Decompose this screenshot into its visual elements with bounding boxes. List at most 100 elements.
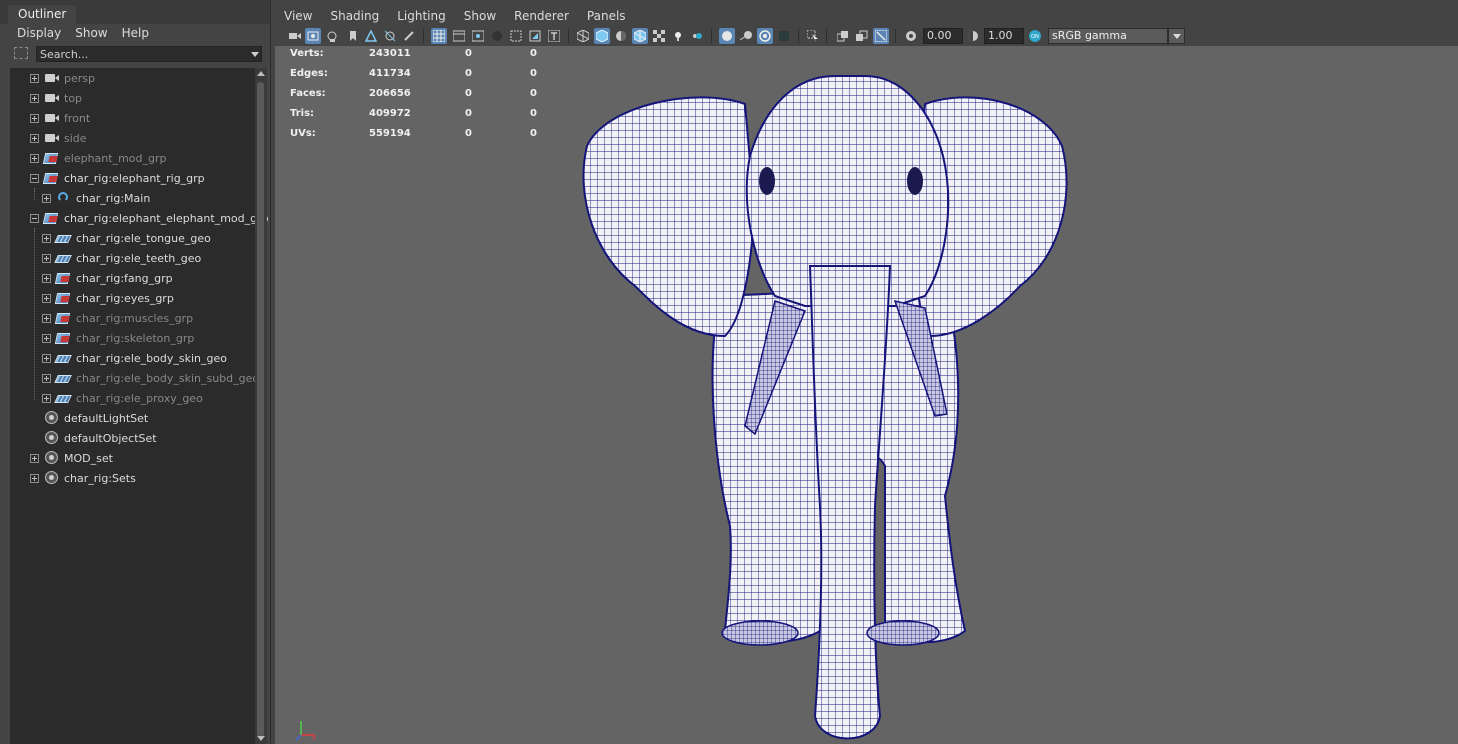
menu-renderer[interactable]: Renderer <box>505 6 578 26</box>
expand-icon[interactable] <box>42 273 51 283</box>
search-options-arrow-icon[interactable] <box>251 52 259 57</box>
wireframe-icon[interactable] <box>575 28 591 44</box>
collapse-icon[interactable] <box>30 213 39 223</box>
group-icon <box>56 271 72 285</box>
bookmarks-icon[interactable] <box>324 28 340 44</box>
exposure-field[interactable]: 0.00 <box>923 28 963 44</box>
tree-item[interactable]: char_rig:ele_proxy_geo <box>42 388 203 408</box>
film-gate-icon[interactable] <box>451 28 467 44</box>
search-input[interactable] <box>36 46 262 62</box>
menu-help[interactable]: Help <box>122 26 149 40</box>
gate-mask-icon[interactable] <box>489 28 505 44</box>
default-material-icon[interactable] <box>613 28 629 44</box>
menu-view[interactable]: View <box>275 6 321 26</box>
xray-joints-icon[interactable] <box>835 28 851 44</box>
collapse-icon[interactable] <box>30 173 39 183</box>
expand-icon[interactable] <box>42 373 51 383</box>
bookmark-icon[interactable] <box>345 28 361 44</box>
lighting-icon[interactable] <box>670 28 686 44</box>
tree-item[interactable]: char_rig:ele_body_skin_geo <box>42 348 227 368</box>
filter-icon[interactable] <box>14 47 28 59</box>
smooth-shade-icon[interactable] <box>594 28 610 44</box>
hud-total: 206656 <box>369 88 411 99</box>
resolution-gate-icon[interactable] <box>470 28 486 44</box>
tree-item[interactable]: defaultObjectSet <box>30 428 157 448</box>
field-chart-icon[interactable] <box>508 28 524 44</box>
expand-icon[interactable] <box>42 253 51 263</box>
safe-title-icon[interactable] <box>546 28 562 44</box>
menu-display[interactable]: Display <box>17 26 61 40</box>
gamma-icon[interactable] <box>965 28 981 44</box>
depth-of-field-icon[interactable] <box>776 28 792 44</box>
wireframe-on-shaded-icon[interactable] <box>632 28 648 44</box>
scroll-up-arrow-icon[interactable] <box>257 71 265 76</box>
shadows-icon[interactable] <box>689 28 705 44</box>
tree-item[interactable]: char_rig:elephant_elephant_mod_grp <box>30 208 269 228</box>
tree-item[interactable]: char_rig:Sets <box>30 468 136 488</box>
expand-icon[interactable] <box>30 473 39 483</box>
outliner-tab[interactable]: Outliner <box>8 5 77 24</box>
viewport-canvas[interactable] <box>275 46 1458 744</box>
expand-icon[interactable] <box>30 453 39 463</box>
expand-icon[interactable] <box>42 293 51 303</box>
select-camera-icon[interactable] <box>287 28 303 44</box>
tree-item[interactable]: side <box>30 128 87 148</box>
menu-lighting[interactable]: Lighting <box>388 6 455 26</box>
tree-item[interactable]: char_rig:ele_body_skin_subd_geo <box>42 368 259 388</box>
2d-pan-zoom-icon[interactable] <box>382 28 398 44</box>
anti-aliasing-icon[interactable] <box>757 28 773 44</box>
expand-icon[interactable] <box>30 73 39 83</box>
screen-space-ao-icon[interactable] <box>719 28 735 44</box>
menu-panels[interactable]: Panels <box>578 6 635 26</box>
motion-blur-icon[interactable] <box>738 28 754 44</box>
color-management-icon[interactable]: ON <box>1027 28 1043 44</box>
expand-icon[interactable] <box>30 133 39 143</box>
tree-item[interactable]: char_rig:ele_teeth_geo <box>42 248 201 268</box>
xray-active-icon[interactable] <box>854 28 870 44</box>
tree-item[interactable]: front <box>30 108 90 128</box>
tree-item[interactable]: persp <box>30 68 95 88</box>
safe-action-icon[interactable] <box>527 28 543 44</box>
expand-icon[interactable] <box>30 93 39 103</box>
xray-icon[interactable] <box>651 28 667 44</box>
expand-icon[interactable] <box>42 193 51 203</box>
image-plane-icon[interactable] <box>363 28 379 44</box>
tree-item[interactable]: char_rig:skeleton_grp <box>42 328 194 348</box>
tree-item-label: char_rig:ele_teeth_geo <box>76 251 202 265</box>
outliner-scrollbar[interactable] <box>255 68 267 744</box>
tree-item[interactable]: char_rig:fang_grp <box>42 268 173 288</box>
exposure-icon[interactable] <box>903 28 919 44</box>
tree-item[interactable]: char_rig:ele_tongue_geo <box>42 228 211 248</box>
color-space-dropdown-arrow-icon[interactable] <box>1168 28 1185 44</box>
grid-icon[interactable] <box>431 28 447 44</box>
expand-icon[interactable] <box>42 393 51 403</box>
tree-item[interactable]: char_rig:elephant_rig_grp <box>30 168 205 188</box>
tree-item[interactable]: char_rig:eyes_grp <box>42 288 174 308</box>
camera-attributes-icon[interactable] <box>305 28 321 44</box>
isolate-select-icon[interactable] <box>805 28 821 44</box>
scroll-thumb[interactable] <box>257 82 264 737</box>
scroll-down-arrow-icon[interactable] <box>257 736 265 741</box>
expand-icon[interactable] <box>30 153 39 163</box>
tree-item-label: char_rig:ele_proxy_geo <box>76 391 203 405</box>
hud-row: Verts: 243011 0 0 <box>290 48 550 68</box>
expand-icon[interactable] <box>42 233 51 243</box>
tree-item[interactable]: top <box>30 88 82 108</box>
grease-pencil-icon[interactable] <box>401 28 417 44</box>
menu-shading[interactable]: Shading <box>321 6 388 26</box>
camera-frame-icon[interactable] <box>873 28 889 44</box>
tree-item[interactable]: char_rig:muscles_grp <box>42 308 193 328</box>
expand-icon[interactable] <box>30 113 39 123</box>
expand-icon[interactable] <box>42 313 51 323</box>
tree-item[interactable]: defaultLightSet <box>30 408 148 428</box>
menu-show[interactable]: Show <box>75 26 107 40</box>
color-space-dropdown[interactable]: sRGB gamma <box>1048 28 1168 44</box>
menu-show[interactable]: Show <box>455 6 505 26</box>
expand-icon[interactable] <box>42 353 51 363</box>
gamma-field[interactable]: 1.00 <box>984 28 1024 44</box>
tree-item[interactable]: elephant_mod_grp <box>30 148 167 168</box>
expand-icon[interactable] <box>42 333 51 343</box>
elephant-mesh[interactable] <box>582 75 1068 740</box>
tree-item[interactable]: MOD_set <box>30 448 113 468</box>
tree-item[interactable]: char_rig:Main <box>42 188 150 208</box>
